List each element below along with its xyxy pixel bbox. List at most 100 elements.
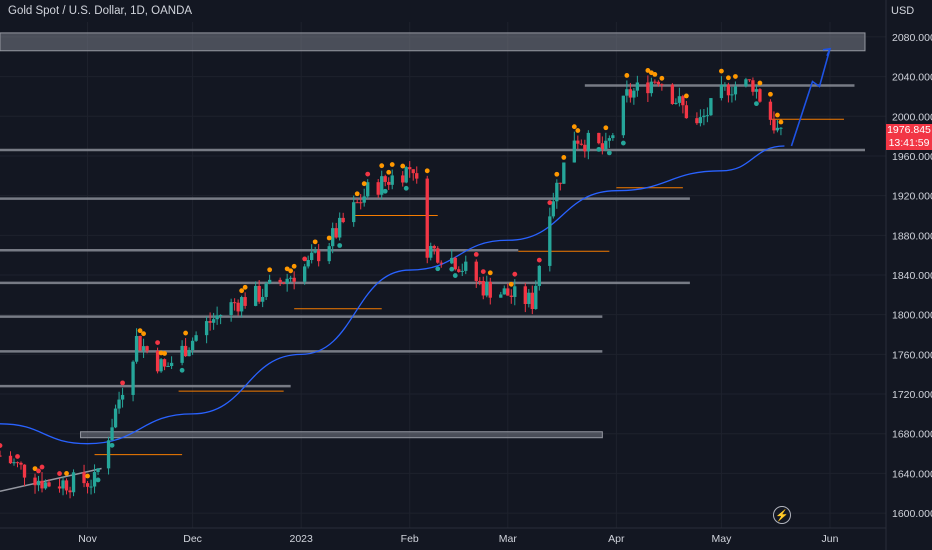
signal-dot-red	[155, 340, 160, 346]
candle-body	[499, 294, 503, 298]
candle-body	[726, 84, 731, 96]
moving-average-line	[0, 145, 785, 445]
price-chart[interactable]: 1600.000 1640.000 1680.000 1720.000 1760.000…	[0, 0, 932, 550]
candle-body	[775, 127, 780, 131]
candle-body	[555, 182, 559, 202]
candle-body	[145, 346, 149, 351]
candle-body	[600, 143, 605, 150]
candle-body	[310, 252, 314, 261]
candle-body	[677, 96, 682, 103]
candle-body	[436, 248, 440, 263]
y-tick-label: 1960.000	[892, 151, 932, 163]
candle-body	[744, 79, 748, 87]
candle-body	[89, 486, 93, 488]
candle-body	[646, 82, 650, 94]
candle-body	[92, 472, 97, 487]
lightning-icon[interactable]: ⚡	[773, 506, 791, 524]
candle-body	[723, 84, 727, 86]
candle-body	[317, 250, 321, 262]
candle-body	[134, 335, 139, 362]
signal-dot-orange	[291, 263, 297, 269]
y-tick-label: 1880.000	[892, 230, 932, 242]
signal-dot-orange	[239, 288, 245, 294]
signal-dot-red	[473, 251, 479, 257]
moving-average	[0, 145, 785, 445]
last-price-tag: 1976.845 13:41:59	[886, 124, 932, 150]
signal-dot-red	[365, 171, 371, 177]
candle-body	[579, 143, 583, 145]
candle-body	[383, 176, 387, 182]
candle-body	[558, 182, 562, 184]
y-tick-label: 1800.000	[892, 310, 932, 322]
candle-body	[551, 201, 555, 217]
signal-dot-red	[39, 464, 45, 470]
signal-dot-orange	[64, 470, 69, 476]
candle-body	[404, 167, 408, 183]
candle-body	[141, 346, 146, 351]
candle-body	[604, 140, 608, 150]
signal-dot-orange	[757, 80, 763, 86]
candle-body	[117, 399, 121, 409]
signal-dot-orange	[603, 125, 609, 131]
x-tick-label: Apr	[608, 533, 625, 545]
candle-body	[758, 89, 762, 102]
candle-body	[425, 178, 429, 258]
signal-dot-red	[15, 454, 20, 459]
candle-body	[485, 281, 489, 296]
candle-body	[113, 408, 118, 428]
signal-dot-orange	[554, 171, 560, 177]
signal-dot-red	[512, 271, 518, 277]
candle-body	[719, 84, 724, 99]
candle-body	[71, 472, 76, 493]
y-tick-label: 1680.000	[892, 429, 932, 441]
candle-body	[534, 285, 538, 309]
candle-body	[380, 176, 384, 195]
candle-body	[292, 277, 296, 282]
candle-body	[702, 115, 706, 118]
candle-body	[36, 480, 41, 486]
candle-body	[33, 477, 37, 486]
signal-dot-red	[480, 269, 486, 275]
candle-body	[159, 359, 163, 372]
candle-body	[488, 281, 492, 298]
candle-body	[166, 366, 170, 368]
candle-body	[513, 286, 517, 297]
horizontal-levels	[0, 84, 865, 493]
signal-dot-orange	[141, 331, 146, 337]
candle-body	[751, 80, 755, 92]
signal-dot-orange	[508, 281, 514, 287]
signal-dot-orange	[242, 284, 248, 290]
price-axis[interactable]: 1600.000 1640.000 1680.000 1720.000 1760.000…	[892, 32, 932, 520]
candle-body	[278, 279, 282, 283]
candle-body	[85, 483, 90, 487]
candle-body	[57, 486, 62, 489]
candle-body	[390, 175, 394, 185]
candle-body	[289, 277, 293, 279]
signal-dot-orange	[386, 169, 392, 175]
symbol-title[interactable]: Gold Spot / U.S. Dollar, 1D, OANDA	[8, 5, 192, 17]
candle-body	[183, 345, 188, 357]
zone-band	[0, 32, 866, 52]
time-axis[interactable]: Nov Dec 2023 Feb Mar Apr May Jun	[78, 533, 838, 545]
candle-body	[628, 89, 633, 98]
candle-body	[709, 98, 713, 116]
candle-body	[506, 288, 510, 296]
signal-dot-orange	[326, 235, 332, 241]
candle-body	[355, 202, 359, 204]
candle-body	[509, 295, 513, 297]
y-tick-label: 1840.000	[892, 270, 932, 282]
signal-dot-red	[0, 443, 3, 448]
candle-body	[460, 270, 464, 272]
signal-dot-orange	[652, 72, 658, 77]
candle-body	[772, 119, 776, 131]
candle-body	[698, 117, 703, 124]
x-tick-label: Mar	[499, 533, 518, 545]
candle-body	[779, 127, 783, 129]
candle-body	[562, 162, 566, 184]
last-price: 1976.845	[887, 124, 931, 136]
signal-dot-red	[120, 380, 125, 386]
signal-dot-orange	[354, 191, 360, 197]
signal-dot-green	[754, 101, 759, 107]
signal-dot-orange	[85, 473, 90, 479]
candle-body	[768, 101, 773, 120]
